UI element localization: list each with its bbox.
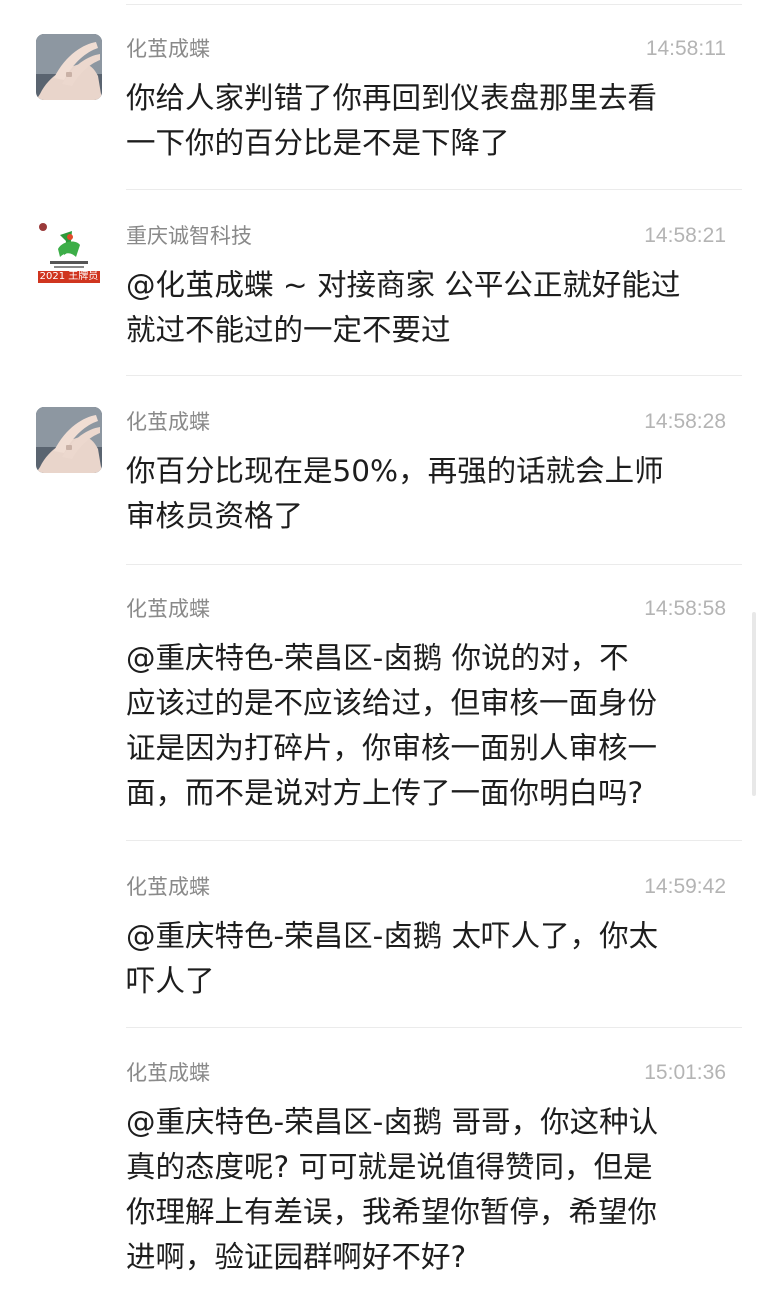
- message-time: 14:58:11: [645, 37, 726, 60]
- sender-name: 化茧成蝶: [126, 875, 210, 899]
- avatar-badge: 2021 王牌员: [38, 271, 100, 283]
- user-avatar[interactable]: [36, 407, 102, 473]
- divider: [126, 375, 742, 376]
- divider: [126, 189, 742, 190]
- message-time: 14:58:28: [644, 410, 726, 433]
- message-text: 你百分比现在是50%，再强的话就会上师 审核员资格了: [126, 454, 664, 533]
- message-time: 14:58:58: [644, 597, 726, 620]
- message-time: 15:01:36: [644, 1061, 726, 1084]
- hand-photo-icon: [36, 407, 102, 473]
- message-time: 14:59:42: [644, 875, 726, 898]
- message-time: 14:58:21: [644, 224, 726, 247]
- divider: [126, 4, 742, 5]
- message-text: @重庆特色-荣昌区-卤鹅 哥哥，你这种认 真的态度呢? 可可就是说值得赞同，但是…: [126, 1105, 659, 1274]
- message-text: @重庆特色-荣昌区-卤鹅 你说的对，不 应该过的是不应该给过，但审核一面身份 证…: [126, 641, 658, 810]
- message-text: 你给人家判错了你再回到仪表盘那里去看 一下你的百分比是不是下降了: [126, 81, 658, 160]
- message-text: @化茧成蝶 ~ 对接商家 公平公正就好能过 就过不能过的一定不要过: [126, 268, 681, 347]
- sender-name: 化茧成蝶: [126, 1061, 210, 1085]
- user-avatar[interactable]: [36, 34, 102, 100]
- message-text: @重庆特色-荣昌区-卤鹅 太吓人了，你太 吓人了: [126, 919, 659, 998]
- divider: [126, 564, 742, 565]
- chat-message-list: 化茧成蝶 14:58:11 你给人家判错了你再回到仪表盘那里去看 一下你的百分比…: [0, 0, 770, 1298]
- divider: [126, 1027, 742, 1028]
- company-avatar[interactable]: 2021 王牌员: [36, 221, 102, 287]
- scrollbar[interactable]: [752, 612, 756, 796]
- sender-name: 化茧成蝶: [126, 37, 210, 61]
- divider: [126, 840, 742, 841]
- sender-name: 重庆诚智科技: [126, 224, 252, 248]
- hand-photo-icon: [36, 34, 102, 100]
- sender-name: 化茧成蝶: [126, 597, 210, 621]
- sender-name: 化茧成蝶: [126, 410, 210, 434]
